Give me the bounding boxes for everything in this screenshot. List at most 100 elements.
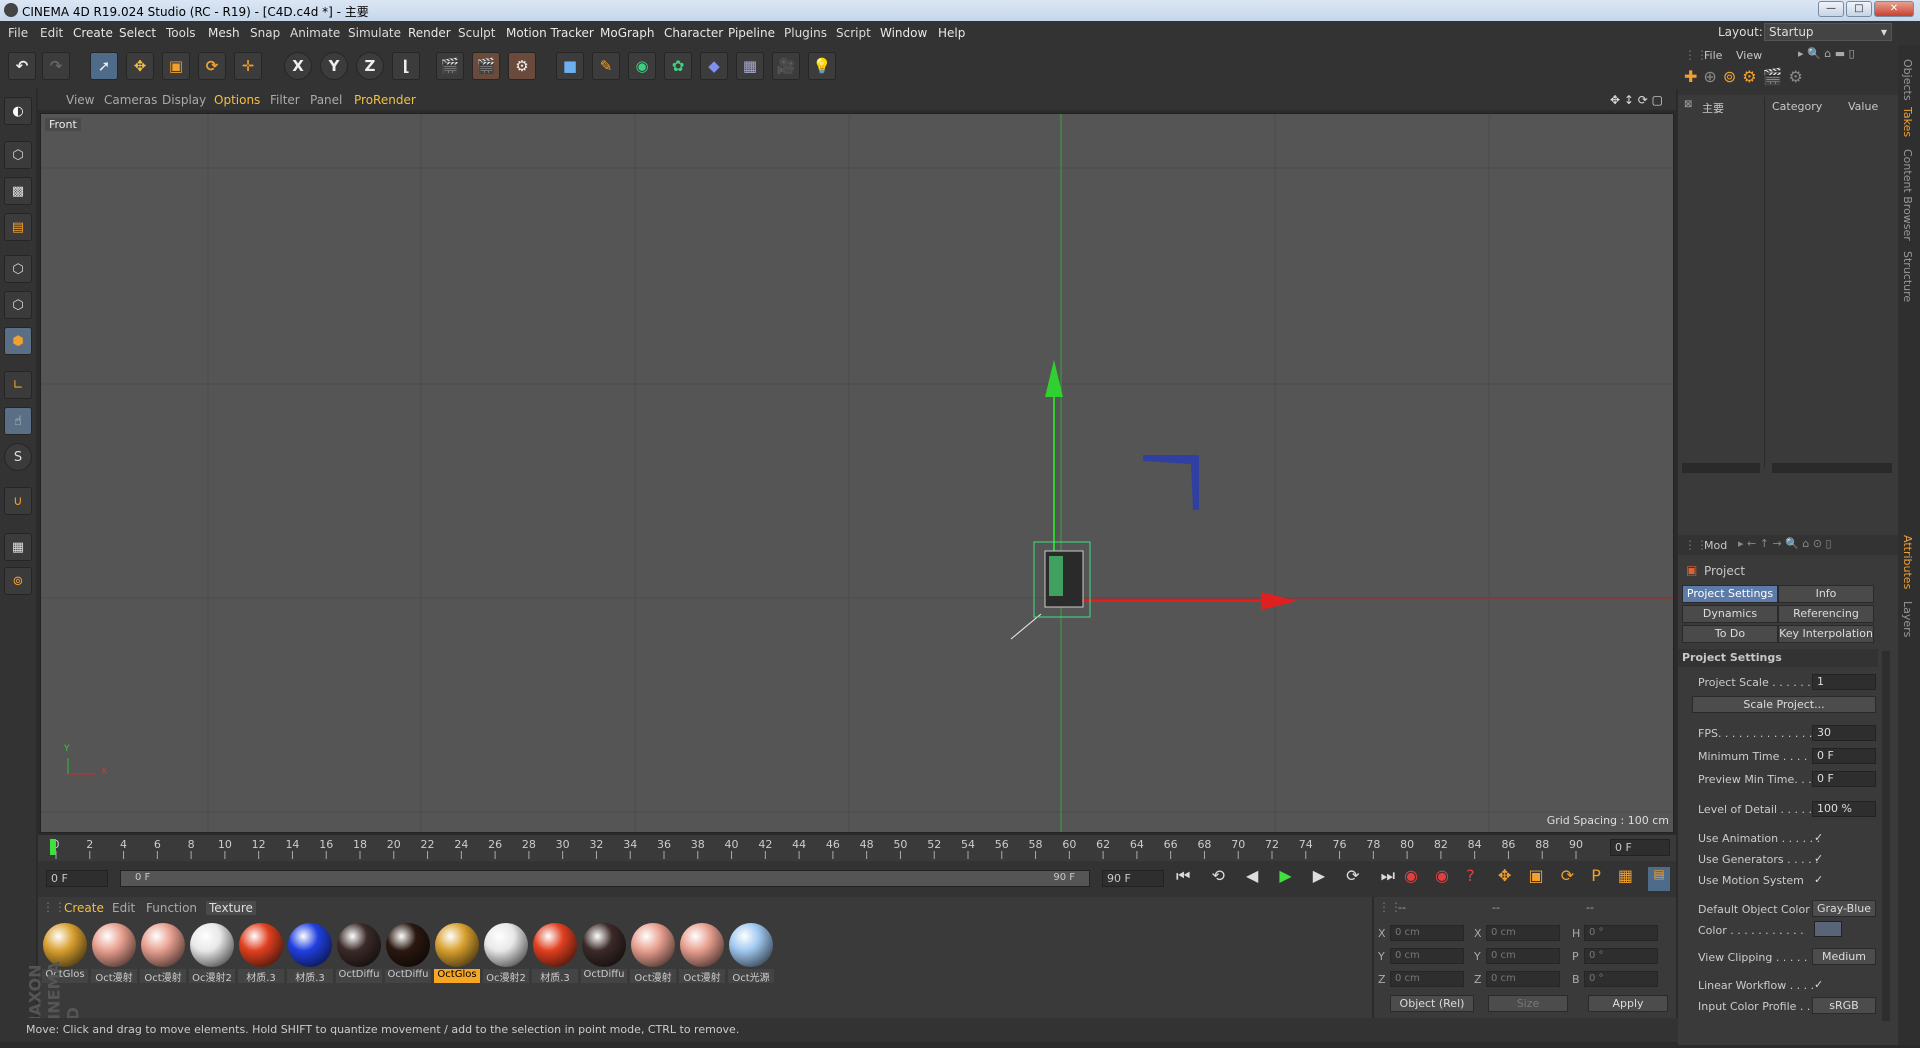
menu-script[interactable]: Script	[836, 26, 871, 40]
rotate-tool-icon[interactable]: ⟳	[198, 52, 226, 80]
menu-pipeline[interactable]: Pipeline	[728, 26, 775, 40]
cube-object-icon[interactable]: ■	[556, 52, 584, 80]
viewport-nav-icon[interactable]: ✥ ↕ ⟳ ▢	[1610, 93, 1663, 107]
coord-mode-dropdown[interactable]: Object (Rel)	[1390, 995, 1474, 1012]
sidetab-takes[interactable]: Takes	[1901, 107, 1914, 137]
coord-rot-p[interactable]: 0 °	[1584, 948, 1658, 964]
redo-button[interactable]: ↷	[42, 52, 70, 80]
undo-button[interactable]: ↶	[8, 52, 36, 80]
material-item[interactable]: Oct漫射	[630, 923, 676, 983]
move-arrow-y[interactable]	[1045, 360, 1063, 397]
material-item[interactable]: 材质.3	[532, 923, 578, 983]
menu-edit[interactable]: Edit	[40, 26, 63, 40]
take-clone-icon[interactable]: ⊕	[1703, 67, 1722, 86]
points-mode-icon[interactable]: ⬡	[4, 255, 32, 283]
mat-menu-texture[interactable]: Texture	[206, 901, 256, 915]
coord-size-y[interactable]: 0 cm	[1486, 948, 1560, 964]
close-button[interactable]: ✕	[1874, 1, 1914, 17]
tab-key-interpolation[interactable]: Key Interpolation	[1778, 625, 1874, 643]
obj-header-icons[interactable]: ▸ 🔍 ⌂ ▬ ▯	[1798, 47, 1855, 60]
sidetab-objects[interactable]: Objects	[1901, 59, 1914, 101]
pen-spline-icon[interactable]: ✎	[592, 52, 620, 80]
default-object-color-dropdown[interactable]: Gray-Blue	[1812, 900, 1876, 917]
vp-menu-prorender[interactable]: ProRender	[354, 93, 416, 107]
floor-icon[interactable]: ▦	[736, 52, 764, 80]
mat-menu-create[interactable]: Create	[64, 901, 104, 915]
material-item[interactable]: Oct漫射	[679, 923, 725, 983]
material-item[interactable]: Oc漫射2	[189, 923, 235, 983]
menu-tools[interactable]: Tools	[166, 26, 196, 40]
material-item[interactable]: Oct漫射	[91, 923, 137, 983]
polygons-mode-icon[interactable]: ⬢	[4, 327, 32, 355]
tab-dynamics[interactable]: Dynamics	[1682, 605, 1778, 623]
take-expand-icon[interactable]: ⊠	[1684, 99, 1692, 110]
use-generators-checkbox[interactable]: ✓	[1814, 852, 1823, 865]
move-arrow-x[interactable]	[1261, 592, 1297, 610]
play-icon[interactable]: ▶	[1279, 866, 1299, 885]
cloner-icon[interactable]: ✿	[664, 52, 692, 80]
lod-field[interactable]: 100 %	[1812, 801, 1876, 817]
vp-menu-cameras[interactable]: Cameras	[104, 93, 157, 107]
material-item[interactable]: OctDiffu	[336, 923, 382, 983]
vp-menu-panel[interactable]: Panel	[310, 93, 342, 107]
material-item[interactable]: Oct光源	[728, 923, 774, 983]
timeline[interactable]: 0 2 4 6 8 10 12 14 16 18 20 22 24 26 28 30 32 34 36 38 40 42 4…	[38, 835, 1676, 861]
model-mode-icon[interactable]: ⬡	[4, 141, 32, 169]
input-color-profile-dropdown[interactable]: sRGB	[1812, 997, 1876, 1014]
recent-tool-icon[interactable]: ✛	[234, 52, 262, 80]
camera-icon[interactable]: 🎥	[772, 52, 800, 80]
min-time-field[interactable]: 0 F	[1812, 748, 1876, 764]
take-add-icon[interactable]: ✚	[1684, 67, 1703, 86]
takes-toolbar[interactable]: ✚⊕⊚⚙🎬⚙	[1678, 65, 1898, 95]
menu-motion-tracker[interactable]: Motion Tracker	[506, 26, 594, 40]
menu-simulate[interactable]: Simulate	[348, 26, 401, 40]
take-auto-icon[interactable]: ⚙	[1788, 67, 1808, 86]
material-item[interactable]: 材质.3	[238, 923, 284, 983]
attr-mode-menu[interactable]: Mod	[1704, 539, 1727, 552]
subdivision-icon[interactable]: ◉	[628, 52, 656, 80]
menu-select[interactable]: Select	[119, 26, 156, 40]
light-icon[interactable]: 💡	[808, 52, 836, 80]
render-view-icon[interactable]: 🎬	[436, 52, 464, 80]
edges-mode-icon[interactable]: ⬡	[4, 291, 32, 319]
maximize-button[interactable]: □	[1846, 1, 1872, 17]
menu-snap[interactable]: Snap	[250, 26, 280, 40]
solo-icon[interactable]: S	[4, 443, 32, 471]
tab-project-settings[interactable]: Project Settings	[1682, 585, 1778, 603]
material-item[interactable]: Oc漫射2	[483, 923, 529, 983]
sidetab-attributes[interactable]: Attributes	[1901, 535, 1914, 589]
tab-referencing[interactable]: Referencing	[1778, 605, 1874, 623]
scale-project-button[interactable]: Scale Project...	[1692, 696, 1876, 713]
menu-mograph[interactable]: MoGraph	[600, 26, 655, 40]
material-item[interactable]: OctDiffu	[385, 923, 431, 983]
playhead[interactable]	[50, 839, 56, 855]
menu-mesh[interactable]: Mesh	[208, 26, 240, 40]
axis-mode-icon[interactable]: ∟	[4, 371, 32, 399]
coord-rot-b[interactable]: 0 °	[1584, 971, 1658, 987]
take-override-icon[interactable]: ⊚	[1723, 67, 1742, 86]
workplane-icon[interactable]: ▤	[4, 213, 32, 241]
minimize-button[interactable]: —	[1818, 1, 1844, 17]
attr-nav-icons[interactable]: ▸ ← ↑ → 🔍 ⌂ ⊙ ▯	[1738, 537, 1832, 550]
takes-scrollbar-right[interactable]	[1772, 463, 1892, 473]
menu-file[interactable]: File	[8, 26, 28, 40]
use-animation-checkbox[interactable]: ✓	[1814, 831, 1823, 844]
menu-window[interactable]: Window	[880, 26, 927, 40]
move-tool-icon[interactable]: ✥	[126, 52, 154, 80]
render-picture-viewer-icon[interactable]: 🎬	[472, 52, 500, 80]
vp-menu-filter[interactable]: Filter	[270, 93, 300, 107]
view-clipping-dropdown[interactable]: Medium	[1812, 948, 1876, 965]
y-axis-lock-icon[interactable]: Y	[320, 52, 348, 80]
coord-rot-h[interactable]: 0 °	[1584, 925, 1658, 941]
use-motion-checkbox[interactable]: ✓	[1814, 873, 1823, 886]
obj-menu-view[interactable]: View	[1736, 49, 1762, 62]
menu-sculpt[interactable]: Sculpt	[458, 26, 495, 40]
coord-size-z[interactable]: 0 cm	[1486, 971, 1560, 987]
tab-info[interactable]: Info	[1778, 585, 1874, 603]
workplane-lock-icon[interactable]: ▦	[4, 533, 32, 561]
menu-render[interactable]: Render	[408, 26, 451, 40]
x-axis-lock-icon[interactable]: X	[284, 52, 312, 80]
project-scale-field[interactable]: 1	[1812, 674, 1876, 690]
quantize-icon[interactable]: ⊚	[4, 567, 32, 595]
menu-character[interactable]: Character	[664, 26, 723, 40]
